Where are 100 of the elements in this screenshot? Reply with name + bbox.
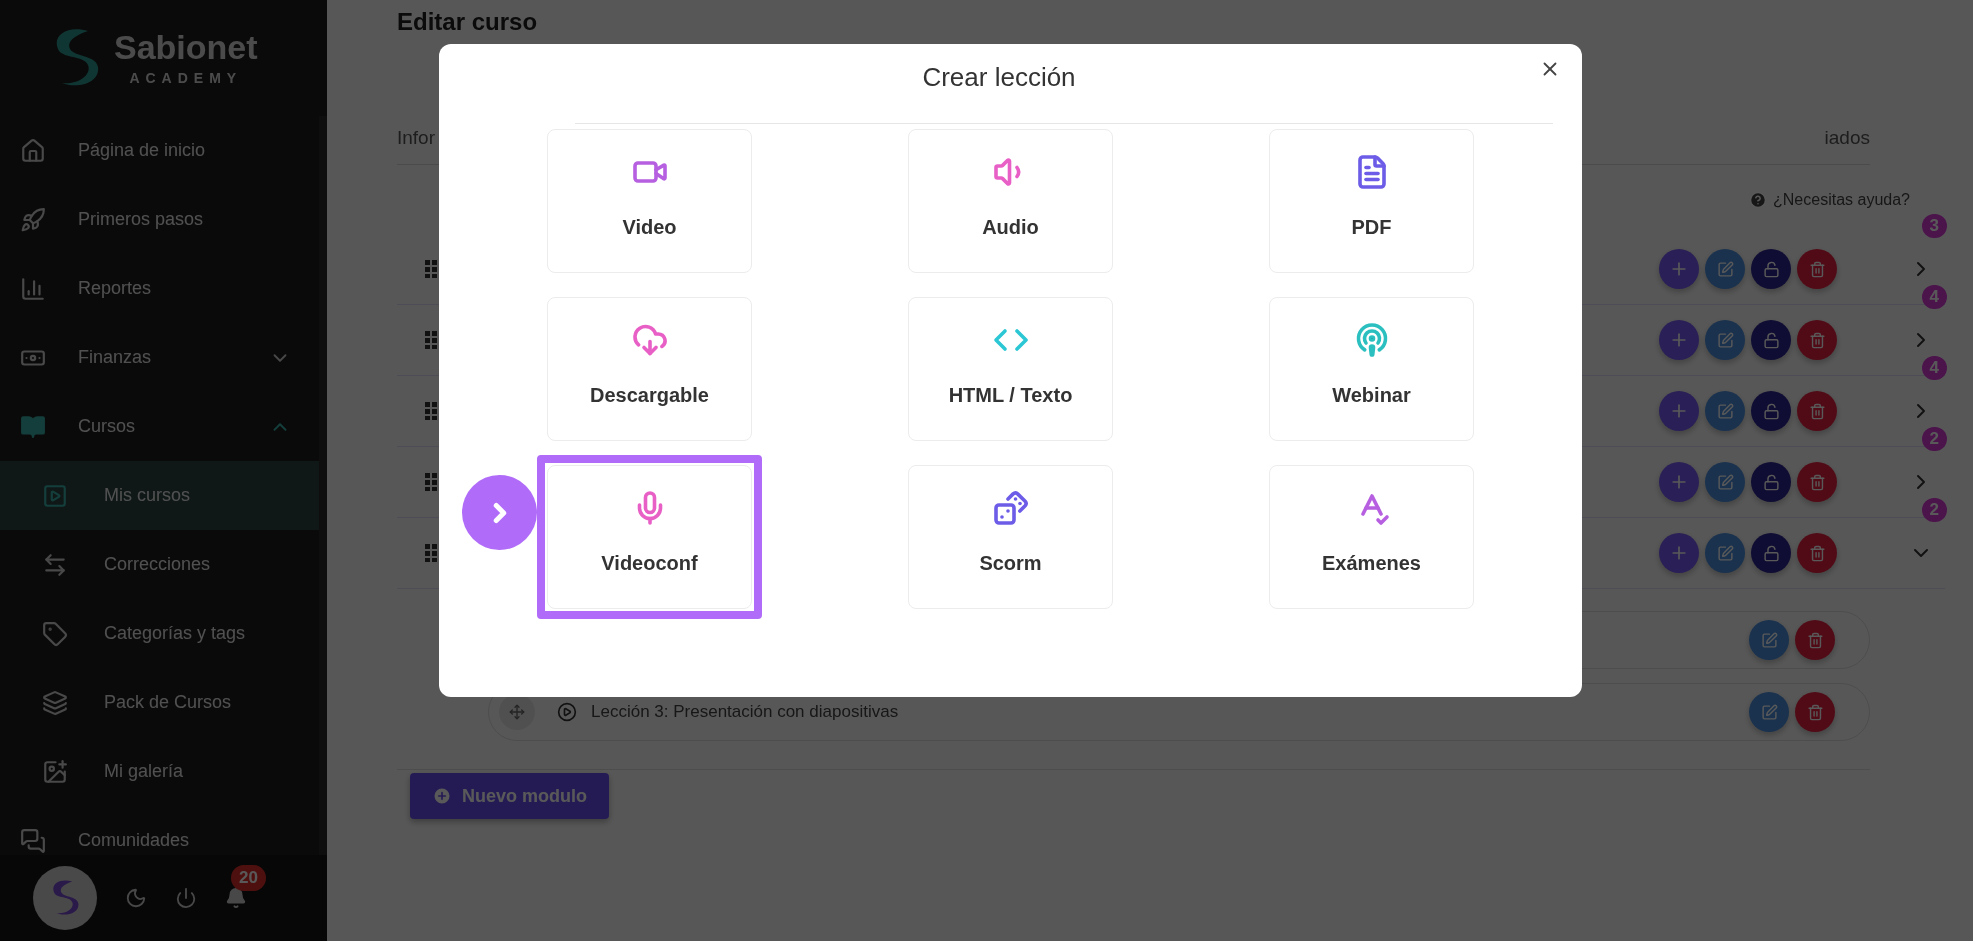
trash-icon bbox=[1808, 331, 1826, 349]
home-icon bbox=[20, 137, 46, 164]
power-icon[interactable] bbox=[175, 887, 197, 909]
swap-arrows-icon bbox=[42, 551, 68, 578]
layers-icon bbox=[42, 689, 68, 716]
chat-icon bbox=[20, 827, 46, 854]
sidebar-item[interactable]: Pack de Cursos bbox=[0, 668, 319, 737]
edit-icon bbox=[1716, 544, 1734, 562]
delete-button[interactable] bbox=[1797, 533, 1837, 573]
edit-icon bbox=[1716, 402, 1734, 420]
lesson-type-card[interactable]: Videoconf bbox=[547, 465, 752, 609]
grip-icon[interactable] bbox=[425, 473, 437, 491]
lesson-type-card[interactable]: HTML / Texto bbox=[908, 297, 1113, 441]
plus-circle-icon bbox=[432, 786, 452, 806]
add-button[interactable] bbox=[1659, 249, 1699, 289]
lesson-type-card[interactable]: PDF bbox=[1269, 129, 1474, 273]
add-button[interactable] bbox=[1659, 533, 1699, 573]
sidebar-item[interactable]: Reportes bbox=[0, 254, 319, 323]
help-icon bbox=[1749, 191, 1768, 209]
sidebar-item[interactable]: Primeros pasos bbox=[0, 185, 319, 254]
edit-button[interactable] bbox=[1705, 462, 1745, 502]
trash-icon bbox=[1806, 631, 1824, 649]
unlock-button[interactable] bbox=[1751, 462, 1791, 502]
unlocked-padlock-icon bbox=[1762, 544, 1780, 562]
add-button[interactable] bbox=[1659, 391, 1699, 431]
delete-button[interactable] bbox=[1797, 391, 1837, 431]
unlock-button[interactable] bbox=[1751, 249, 1791, 289]
sidebar-item[interactable]: Página de inicio bbox=[0, 116, 319, 185]
unlock-button[interactable] bbox=[1751, 320, 1791, 360]
play-icon bbox=[557, 702, 577, 722]
add-button[interactable] bbox=[1659, 320, 1699, 360]
lesson-type-card[interactable]: Scorm bbox=[908, 465, 1113, 609]
lesson-type-card[interactable]: Exámenes bbox=[1269, 465, 1474, 609]
grip-icon[interactable] bbox=[425, 544, 437, 562]
rocket-icon bbox=[20, 206, 46, 233]
trash-icon bbox=[1808, 260, 1826, 278]
edit-button[interactable] bbox=[1705, 320, 1745, 360]
dialog-title: Crear lección bbox=[922, 62, 1076, 93]
delete-button[interactable] bbox=[1795, 692, 1835, 732]
delete-button[interactable] bbox=[1797, 249, 1837, 289]
cloud-download-icon bbox=[631, 322, 668, 358]
lesson-type-card[interactable]: Descargable bbox=[547, 297, 752, 441]
play-square-icon bbox=[42, 482, 68, 509]
lesson-type-card[interactable]: Video bbox=[547, 129, 752, 273]
lesson-type-card[interactable]: Audio bbox=[908, 129, 1113, 273]
grip-icon[interactable] bbox=[425, 331, 437, 349]
tab[interactable]: Infor bbox=[397, 127, 436, 149]
move-icon bbox=[509, 704, 525, 720]
sidebar-item[interactable]: Correcciones bbox=[0, 530, 319, 599]
tab[interactable]: iados bbox=[1824, 127, 1870, 149]
edit-icon bbox=[1716, 473, 1734, 491]
grip-icon[interactable] bbox=[425, 260, 437, 278]
tag-icon bbox=[42, 620, 68, 647]
lesson-count-badge: 3 bbox=[1921, 214, 1947, 238]
edit-icon bbox=[1716, 331, 1734, 349]
page-title: Editar curso bbox=[397, 7, 539, 37]
trash-icon bbox=[1808, 473, 1826, 491]
trash-icon bbox=[1808, 402, 1826, 420]
trash-icon bbox=[1806, 703, 1824, 721]
trash-icon bbox=[1808, 544, 1826, 562]
logo-subtitle: ACADEMY bbox=[129, 70, 243, 86]
unlocked-padlock-icon bbox=[1762, 260, 1780, 278]
bar-chart-icon bbox=[20, 275, 46, 302]
sidebar-item[interactable]: Mi galería bbox=[0, 737, 319, 806]
edit-icon bbox=[1716, 260, 1734, 278]
notification-count: 20 bbox=[231, 865, 266, 891]
dice-icon bbox=[992, 490, 1029, 526]
lesson-count-badge: 4 bbox=[1921, 285, 1947, 309]
help-link[interactable]: ¿Necesitas ayuda? bbox=[1749, 191, 1910, 209]
delete-button[interactable] bbox=[1797, 462, 1837, 502]
delete-button[interactable] bbox=[1795, 620, 1835, 660]
lesson-count-badge: 4 bbox=[1921, 356, 1947, 380]
grip-icon[interactable] bbox=[425, 402, 437, 420]
edit-button[interactable] bbox=[1749, 620, 1789, 660]
edit-icon bbox=[1760, 703, 1778, 721]
edit-button[interactable] bbox=[1749, 692, 1789, 732]
image-icon bbox=[42, 758, 68, 785]
notification-bell-icon[interactable] bbox=[225, 887, 247, 909]
edit-button[interactable] bbox=[1705, 533, 1745, 573]
delete-button[interactable] bbox=[1797, 320, 1837, 360]
sidebar-item[interactable]: Comunidades bbox=[0, 806, 319, 855]
add-button[interactable] bbox=[1659, 462, 1699, 502]
unlock-button[interactable] bbox=[1751, 533, 1791, 573]
unlock-button[interactable] bbox=[1751, 391, 1791, 431]
edit-button[interactable] bbox=[1705, 391, 1745, 431]
lesson-count-badge: 2 bbox=[1921, 427, 1947, 451]
book-icon bbox=[20, 413, 46, 440]
edit-icon bbox=[1760, 631, 1778, 649]
lesson-type-card[interactable]: Webinar bbox=[1269, 297, 1474, 441]
unlocked-padlock-icon bbox=[1762, 402, 1780, 420]
edit-button[interactable] bbox=[1705, 249, 1745, 289]
unlocked-padlock-icon bbox=[1762, 473, 1780, 491]
unlocked-padlock-icon bbox=[1762, 331, 1780, 349]
sidebar-item[interactable]: Categorías y tags bbox=[0, 599, 319, 668]
lesson-title: Lección 3: Presentación con diapositivas bbox=[591, 702, 899, 722]
sidebar-item[interactable]: Mis cursos bbox=[0, 461, 319, 530]
logo-name: Sabionet bbox=[114, 30, 258, 64]
sidebar-item[interactable]: Cursos bbox=[0, 392, 319, 461]
moon-icon[interactable] bbox=[125, 887, 147, 909]
sidebar-item[interactable]: Finanzas bbox=[0, 323, 319, 392]
